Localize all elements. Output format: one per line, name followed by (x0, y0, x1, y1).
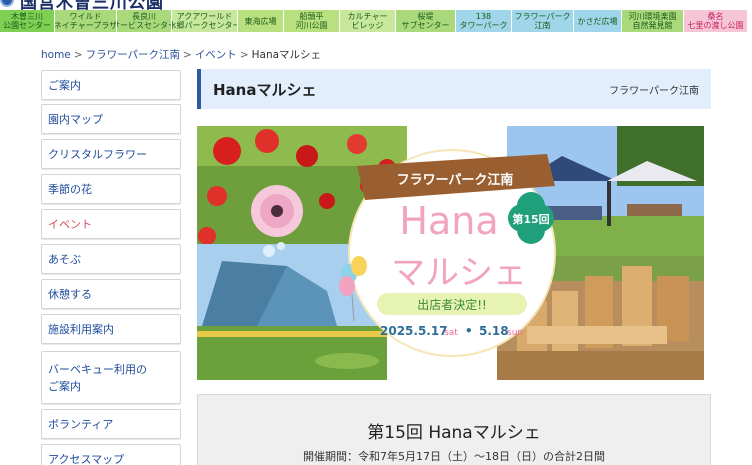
sidebar-item[interactable]: 施設利用案内 (41, 314, 181, 344)
park-logo-icon (0, 0, 14, 7)
sidebar-item-label: ボランティア (48, 417, 114, 431)
park-nav-label: 河川環境楽園 (628, 12, 677, 21)
event-info-box: 第15回 Hanaマルシェ 開催期間：令和7年5月17日（土）～18日（日）の合… (197, 394, 711, 465)
banner-ribbon-text: フラワーパーク江南 (397, 172, 514, 188)
sidebar-item-label: あそぶ (48, 252, 81, 266)
park-nav-label: 水郷パークセンター (172, 21, 238, 30)
park-nav-label: ネイチャープラザ (55, 21, 117, 30)
sidebar-item[interactable]: ボランティア (41, 409, 181, 439)
park-nav-item[interactable]: 河川環境楽園 自然発見館 (622, 10, 684, 32)
sidebar-item[interactable]: イベント (41, 209, 181, 239)
park-nav-label: かさだ広場 (577, 16, 618, 26)
park-area-label: フラワーパーク江南 (609, 85, 699, 97)
park-nav: 木曽三川公園センターワイルドネイチャープラザ長良川サービスセンターアクアワールド… (0, 10, 752, 32)
banner-title-marche: マルシェ (391, 253, 527, 293)
park-nav-label: 七里の渡し公園 (687, 21, 744, 30)
park-nav-label: 船頭平 (299, 12, 324, 21)
park-nav-label: サービスセンター (117, 21, 171, 30)
breadcrumb-section[interactable]: イベント (195, 49, 237, 61)
park-nav-label: 江南 (534, 21, 551, 30)
breadcrumb-park[interactable]: フラワーパーク江南 (86, 49, 180, 61)
sidebar-item-label: 施設利用案内 (48, 322, 114, 336)
park-nav-item[interactable]: 木曽三川 公園センター (0, 10, 55, 32)
page-title: Hanaマルシェ (213, 80, 317, 99)
park-nav-label: 木曽三川 (11, 12, 43, 21)
park-nav-label: フラワーパーク (514, 12, 571, 21)
main-content: Hanaマルシェ フラワーパーク江南 フラワーパーク江南 Hana マルシェ 第… (197, 69, 711, 465)
park-nav-label: アクアワールド (176, 12, 233, 21)
sidebar-item[interactable]: クリスタルフラワー (41, 139, 181, 169)
breadcrumb-current: Hanaマルシェ (251, 49, 322, 61)
sidebar-item-label: バーベキュー利用の ご案内 (48, 362, 147, 393)
breadcrumb-separator: > (73, 49, 83, 61)
sidebar-item[interactable]: 季節の花 (41, 174, 181, 204)
park-nav-item[interactable]: 長良川サービスセンター (117, 10, 172, 32)
breadcrumb-separator: > (183, 49, 192, 61)
park-nav-label: 桑名 (707, 12, 724, 21)
banner-day2: sun (507, 328, 523, 338)
park-nav-label: 東海広場 (244, 16, 277, 26)
page-title-bar: Hanaマルシェ フラワーパーク江南 (197, 69, 711, 109)
park-nav-item[interactable]: カルチャー ビレッジ (340, 10, 396, 32)
sidebar-item-label: アクセスマップ (48, 452, 125, 465)
park-nav-item[interactable]: 船頭平 河川公園 (284, 10, 340, 32)
park-nav-item[interactable]: 桜堤 サブセンター (396, 10, 456, 32)
sidebar-item[interactable]: あそぶ (41, 244, 181, 274)
park-nav-label: タワーパーク (459, 21, 508, 30)
sidebar-item[interactable]: アクセスマップ (41, 444, 181, 465)
park-nav-item[interactable]: 138 タワーパーク (456, 10, 512, 32)
park-nav-item[interactable]: かさだ広場 (574, 10, 622, 32)
park-nav-label: サブセンター (401, 21, 450, 30)
banner-day1: sat (444, 328, 458, 338)
park-nav-label: 長良川 (132, 12, 156, 21)
park-nav-label: 桜堤 (417, 12, 434, 21)
site-logo[interactable]: 国営木曽三川公園 (0, 0, 164, 13)
park-nav-item[interactable]: アクアワールド 水郷パークセンター (172, 10, 238, 32)
sidebar-item[interactable]: 園内マップ (41, 104, 181, 134)
sidebar-item-label: 園内マップ (48, 112, 103, 126)
breadcrumb-home[interactable]: home (41, 49, 71, 61)
park-nav-label: 自然発見館 (632, 21, 673, 30)
park-nav-item[interactable]: 桑名 七里の渡し公園 (684, 10, 748, 32)
event-banner: フラワーパーク江南 Hana マルシェ 第15回 出店者決定!! 2025.5.… (197, 126, 704, 380)
sidebar-item[interactable]: ご案内 (41, 70, 181, 100)
breadcrumb-separator: > (239, 49, 249, 61)
sidebar-item-label: クリスタルフラワー (48, 147, 147, 161)
park-nav-label: 河川公園 (295, 21, 328, 30)
sidebar-item[interactable]: バーベキュー利用の ご案内 (41, 351, 181, 404)
sidebar-item-label: ご案内 (48, 78, 81, 92)
event-title: 第15回 Hanaマルシェ (367, 423, 541, 443)
park-nav-item[interactable]: フラワーパーク 江南 (512, 10, 574, 32)
sidebar-item-label: 季節の花 (48, 182, 92, 196)
event-period: 開催期間：令和7年5月17日（土）～18日（日）の合計2日間 (303, 450, 605, 463)
banner-edition: 第15回 (512, 212, 549, 226)
park-nav-item[interactable]: ワイルド ネイチャープラザ (55, 10, 117, 32)
park-nav-label: カルチャー (347, 12, 388, 21)
park-nav-label: 公園センター (3, 21, 51, 30)
banner-announce: 出店者決定!! (417, 297, 487, 312)
breadcrumb: home > フラワーパーク江南 > イベント > Hanaマルシェ (41, 47, 321, 62)
park-nav-label: ビレッジ (351, 21, 384, 30)
banner-date2: 5.18 (479, 324, 509, 338)
sidebar-item-label: 休憩する (48, 287, 92, 301)
park-nav-label: 138 (475, 12, 492, 21)
park-nav-item[interactable]: 東海広場 (238, 10, 284, 32)
banner-date-bullet: • (465, 324, 473, 338)
sidebar-item-label: イベント (48, 217, 92, 231)
sidebar-item[interactable]: 休憩する (41, 279, 181, 309)
banner-date1: 2025.5.17 (380, 324, 448, 338)
park-nav-label: ワイルド (69, 12, 102, 21)
banner-title-hana: Hana (399, 199, 498, 243)
